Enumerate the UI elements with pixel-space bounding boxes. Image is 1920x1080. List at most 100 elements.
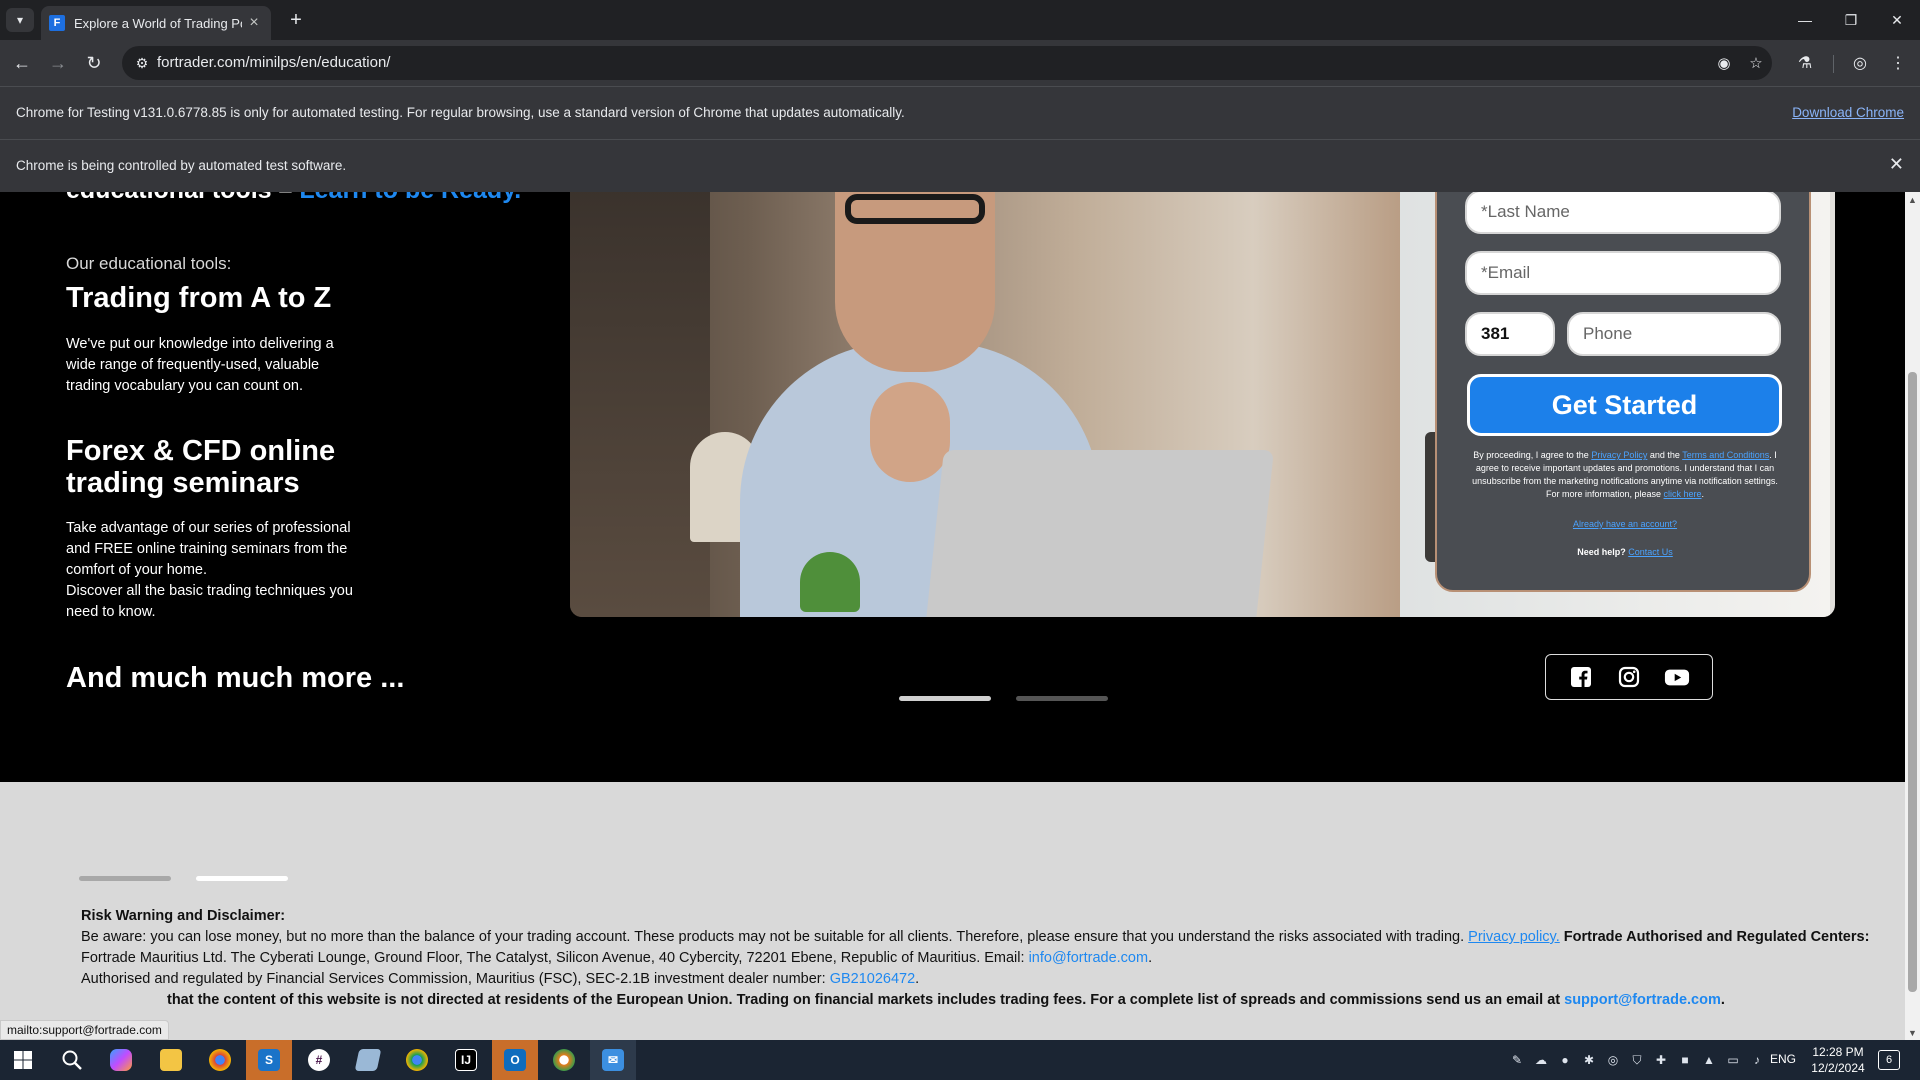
social-links (1545, 654, 1713, 700)
support-email-link[interactable]: support@fortrade.com (1564, 992, 1721, 1008)
close-window-button[interactable]: ✕ (1874, 0, 1920, 40)
scroll-thumb[interactable] (1908, 372, 1917, 992)
minimize-icon: — (1798, 12, 1812, 28)
site-settings-icon[interactable]: ⚙ (132, 53, 152, 73)
section-title-more: And much much more ... (66, 662, 405, 694)
text-line: and FREE online training seminars from t… (66, 541, 348, 557)
reload-button[interactable]: ↻ (80, 49, 108, 77)
taskbar-app-alert[interactable]: S (246, 1040, 292, 1080)
consent-part: By proceeding, I agree to the (1473, 450, 1592, 460)
privacy-policy-link[interactable]: Privacy Policy (1591, 450, 1647, 460)
footer-carousel-dot-active[interactable] (196, 876, 288, 881)
taskbar-search-button[interactable] (49, 1040, 95, 1080)
minimize-button[interactable]: — (1782, 0, 1828, 40)
photo-plant (800, 552, 860, 612)
need-help-label: Need help? (1577, 547, 1629, 557)
get-started-button[interactable]: Get Started (1467, 374, 1782, 436)
text-line: wide range of frequently-used, valuable (66, 357, 320, 373)
search-icon (62, 1050, 82, 1070)
close-icon: ✕ (1891, 11, 1903, 28)
url-text[interactable]: fortrader.com/minilps/en/education/ (157, 54, 390, 71)
tab-search-button[interactable]: ▾ (6, 8, 34, 32)
chrome-testing-icon (553, 1049, 575, 1071)
disclaimer-text: Fortrade Mauritius Ltd. The Cyberati Lou… (81, 950, 1029, 966)
taskbar-chrome-testing[interactable] (541, 1040, 587, 1080)
click-here-link[interactable]: click here (1664, 489, 1702, 499)
taskbar-outlook[interactable]: O (492, 1040, 538, 1080)
scroll-up-icon[interactable]: ▲ (1905, 192, 1920, 207)
infobar-close-icon[interactable]: ✕ (1889, 154, 1904, 175)
shield-green-icon[interactable]: ● (1555, 1050, 1575, 1070)
restore-button[interactable]: ❐ (1828, 0, 1874, 40)
forward-button[interactable]: → (44, 49, 72, 77)
menu-kebab-icon[interactable]: ⋮ (1884, 49, 1912, 77)
taskbar-chrome-profile[interactable] (197, 1040, 243, 1080)
footer-carousel-dot[interactable] (79, 876, 171, 881)
sync-icon[interactable]: ◎ (1603, 1050, 1623, 1070)
browser-tab-active[interactable]: F Explore a World of Trading Possi × (41, 6, 271, 40)
site-favicon-icon: F (49, 15, 65, 31)
photo-hands (870, 382, 950, 482)
scroll-down-icon[interactable]: ▼ (1905, 1025, 1920, 1040)
red-app-icon[interactable]: ■ (1675, 1050, 1695, 1070)
dealer-number-link[interactable]: GB21026472 (830, 971, 915, 987)
address-bar[interactable]: ⚙ fortrader.com/minilps/en/education/ ◉ … (122, 46, 1772, 80)
tab-close-icon[interactable]: × (245, 14, 263, 32)
eye-off-icon[interactable]: ◉ (1714, 53, 1734, 73)
start-button[interactable] (0, 1040, 46, 1080)
bookmark-star-icon[interactable]: ☆ (1746, 53, 1766, 73)
network-icon[interactable]: ▭ (1723, 1050, 1743, 1070)
carousel-dot-active[interactable] (899, 696, 991, 701)
phone-field[interactable]: Phone (1567, 312, 1781, 356)
taskbar-intellij[interactable]: IJ (443, 1040, 489, 1080)
notepad-icon (354, 1049, 382, 1071)
vpn-icon[interactable]: ▲ (1699, 1050, 1719, 1070)
contact-us-link[interactable]: Contact Us (1628, 547, 1673, 557)
page-scrollbar[interactable]: ▲ ▼ (1905, 192, 1920, 1040)
screen: ▾ F Explore a World of Trading Possi × +… (0, 0, 1920, 1080)
mail-icon: ✉ (602, 1049, 624, 1071)
gear-icon[interactable]: ✱ (1579, 1050, 1599, 1070)
text-line: trading vocabulary you can count on. (66, 378, 303, 394)
download-chrome-link[interactable]: Download Chrome (1792, 105, 1904, 120)
app-s-icon: S (258, 1049, 280, 1071)
profile-icon[interactable]: ◎ (1846, 49, 1874, 77)
title-line: trading seminars (66, 467, 300, 499)
shield-icon[interactable]: ⛉ (1627, 1050, 1647, 1070)
youtube-icon[interactable] (1664, 664, 1690, 690)
taskbar-file-explorer[interactable] (148, 1040, 194, 1080)
notification-center-icon[interactable]: 6 (1878, 1050, 1900, 1070)
volume-icon[interactable]: ♪ (1747, 1050, 1767, 1070)
info-email-link[interactable]: info@fortrade.com (1029, 950, 1149, 966)
cloud-icon[interactable]: ☁ (1531, 1050, 1551, 1070)
facebook-icon[interactable] (1568, 664, 1594, 690)
pen-icon[interactable]: ✎ (1507, 1050, 1527, 1070)
taskbar-notes-app[interactable] (345, 1040, 391, 1080)
labs-flask-icon[interactable]: ⚗ (1791, 49, 1819, 77)
new-tab-button[interactable]: + (282, 8, 310, 32)
taskbar-mail[interactable]: ✉ (590, 1040, 636, 1080)
instagram-icon[interactable] (1616, 664, 1642, 690)
country-code-field[interactable]: 381 (1465, 312, 1555, 356)
disclaimer-title: Risk Warning and Disclaimer: (81, 908, 286, 924)
taskbar-copilot[interactable] (98, 1040, 144, 1080)
disclaimer-text: . (1720, 992, 1725, 1008)
photo-glasses (845, 194, 985, 224)
carousel-dot[interactable] (1016, 696, 1108, 701)
signup-form: *Last Name *Email 381 Phone Get Started … (1435, 192, 1811, 592)
last-name-field[interactable]: *Last Name (1465, 192, 1781, 234)
language-indicator[interactable]: ENG (1770, 1052, 1796, 1066)
privacy-policy-link[interactable]: Privacy policy. (1468, 929, 1560, 945)
photo-background-shelf (570, 192, 710, 617)
taskbar-clock[interactable]: 12:28 PM 12/2/2024 (1808, 1044, 1868, 1076)
disclaimer-text: Be aware: you can lose money, but no mor… (81, 929, 1469, 945)
terms-link[interactable]: Terms and Conditions (1682, 450, 1769, 460)
taskbar-slack[interactable]: # (296, 1040, 342, 1080)
already-have-account-link[interactable]: Already have an account? (1437, 519, 1813, 529)
back-button[interactable]: ← (8, 49, 36, 77)
security-icon[interactable]: ✚ (1651, 1050, 1671, 1070)
email-field[interactable]: *Email (1465, 251, 1781, 295)
section-text-seminars: Take advantage of our series of professi… (66, 518, 353, 623)
taskbar-chrome[interactable] (394, 1040, 440, 1080)
plus-icon: + (290, 8, 302, 31)
